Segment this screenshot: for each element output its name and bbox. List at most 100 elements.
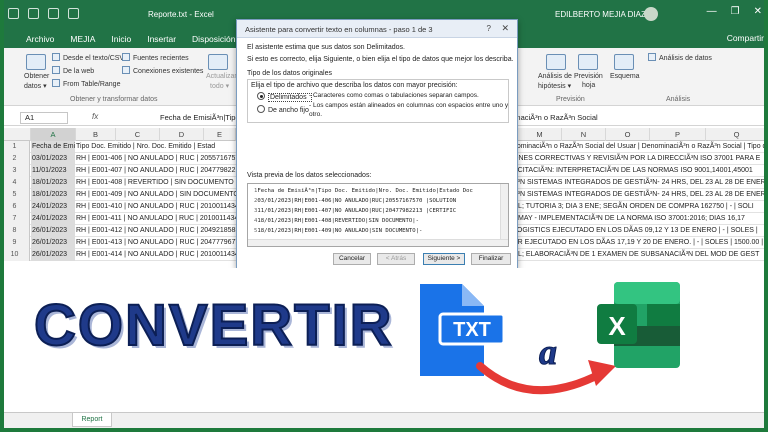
cell-a[interactable]: 26/01/2023 (31, 249, 75, 261)
row-cells-right[interactable]: ACITACIÃ³N: INTERPRETACIÃ³N DE LAS NORMA… (513, 165, 753, 177)
row-cells-left[interactable]: RH | E001-412 | NO ANULADO | RUC | 20492… (76, 225, 243, 237)
cell-a[interactable]: 26/01/2023 (31, 225, 75, 237)
row-cells-right[interactable]: UL; TUTORIA 3; DIA 3 ENE; SEGÃN ORDEN DE… (513, 201, 754, 213)
row-header[interactable]: 5 (0, 189, 30, 201)
column-header-o[interactable]: O (606, 128, 650, 141)
choose-file-type-label: Elija el tipo de archivo que describa lo… (251, 82, 458, 89)
delimited-radio[interactable]: Delimitados (257, 92, 312, 102)
from-web-button[interactable]: De la web (52, 66, 94, 75)
row-cells-left[interactable]: RH | E001-414 | NO ANULADO | RUC | 20100… (76, 249, 243, 261)
back-button[interactable]: < Atrás (377, 253, 415, 265)
get-data-dropdown[interactable]: datos ▾ (24, 82, 47, 90)
cell-a[interactable]: 24/01/2023 (31, 201, 75, 213)
row-header[interactable]: 2 (0, 153, 30, 165)
sheet-tab-report[interactable]: Report (72, 413, 112, 427)
forecast-sheet-button[interactable]: Previsión (574, 73, 603, 80)
column-header-e[interactable]: E (204, 128, 236, 141)
existing-connections-button[interactable]: Conexiones existentes (122, 66, 203, 75)
recent-icon (122, 53, 130, 61)
get-data-button[interactable]: Obtener (24, 73, 49, 80)
next-button[interactable]: Siguiente > (423, 253, 465, 265)
column-header-n[interactable]: N (562, 128, 606, 141)
cell-a[interactable]: 11/01/2023 (31, 165, 75, 177)
row-header[interactable]: 10 (0, 249, 30, 261)
row-cells-left[interactable]: RH | E001-410 | NO ANULADO | RUC | 20100… (76, 201, 243, 213)
column-header-c[interactable]: C (116, 128, 160, 141)
tab-inicio[interactable]: Inicio (111, 34, 131, 44)
row-header[interactable]: 8 (0, 225, 30, 237)
customize-icon[interactable] (68, 8, 79, 19)
data-preview[interactable]: 1Fecha de EmisiÃ³n|Tipo Doc. Emitido|Nro… (247, 183, 509, 247)
fixed-width-description: - Los campos están alineados en columnas… (309, 102, 509, 118)
row-header[interactable]: 9 (0, 237, 30, 249)
row-cells-right[interactable]: Ã³N SISTEMAS INTEGRADOS DE GESTIÃ³N- 24 … (513, 189, 766, 201)
dialog-title-bar: Asistente para convertir texto en column… (237, 20, 517, 38)
row-cells-left[interactable]: RH | E001-408 | REVERTIDO | SIN DOCUMENT… (76, 177, 242, 189)
what-if-dropdown[interactable]: hipótesis ▾ (538, 82, 571, 90)
undo-icon[interactable] (28, 8, 39, 19)
banner-title: CONVERTIR (33, 292, 394, 359)
row-header[interactable]: 7 (0, 213, 30, 225)
row-cells-left[interactable]: RH | E001-413 | NO ANULADO | RUC | 20477… (76, 237, 243, 249)
row-cells-left[interactable]: Tipo Doc. Emitido | Nro. Doc. Emitido | … (76, 141, 215, 153)
preview-vertical-scrollbar[interactable] (500, 184, 508, 246)
column-header-a[interactable]: A (31, 128, 76, 141)
recent-sources-button[interactable]: Fuentes recientes (122, 53, 189, 62)
close-window-button[interactable]: ✕ (754, 6, 762, 17)
finish-button[interactable]: Finalizar (471, 253, 511, 265)
from-table-button[interactable]: From Table/Range (52, 79, 120, 88)
avatar[interactable] (644, 7, 658, 21)
from-text-csv-button[interactable]: Desde el texto/CSV (52, 53, 124, 62)
row-cells-right[interactable]: Ã³N SISTEMAS INTEGRADOS DE GESTIÃ³N- 24 … (513, 177, 766, 189)
column-header-p[interactable]: P (650, 128, 706, 141)
column-header-m[interactable]: M (518, 128, 562, 141)
cell-a[interactable]: 24/01/2023 (31, 213, 75, 225)
row-cells-right[interactable]: ONES CORRECTIVAS Y REVISIÃ³N POR LA DIRE… (513, 153, 760, 165)
fx-icon[interactable]: fx (92, 112, 98, 121)
cell-a[interactable]: 18/01/2023 (31, 189, 75, 201)
preview-line-text: Fecha de EmisiÃ³n|Tipo Doc. Emitido|Nro.… (257, 188, 473, 194)
cell-a[interactable]: 03/01/2023 (31, 153, 75, 165)
outline-button[interactable]: Esquema (610, 73, 640, 80)
share-button[interactable]: Compartir (727, 33, 764, 43)
preview-horizontal-scrollbar[interactable] (248, 239, 508, 246)
row-cells-left[interactable]: RH | E001-406 | NO ANULADO | RUC | 20557… (76, 153, 243, 165)
row-cells-left[interactable]: RH | E001-407 | NO ANULADO | RUC | 20477… (76, 165, 243, 177)
row-cells-right[interactable]: ER EJECUTADO EN LOS DÃ­AS 17,19 Y 20 DE … (513, 237, 763, 249)
refresh-all-dropdown[interactable]: todo ▾ (210, 82, 229, 90)
fixed-width-radio[interactable]: De ancho fijo (257, 105, 312, 114)
row-header[interactable]: 3 (0, 165, 30, 177)
minimize-button[interactable]: — (707, 6, 717, 17)
quick-access-toolbar (8, 8, 79, 19)
refresh-all-button[interactable]: Actualizar (206, 73, 237, 80)
column-header-b[interactable]: B (76, 128, 116, 141)
select-all-corner[interactable] (0, 128, 31, 141)
cancel-button[interactable]: Cancelar (333, 253, 371, 265)
row-header[interactable]: 6 (0, 201, 30, 213)
save-icon[interactable] (8, 8, 19, 19)
column-header-q[interactable]: Q (706, 128, 768, 141)
tab-archivo[interactable]: Archivo (26, 34, 54, 44)
row-header[interactable]: 4 (0, 177, 30, 189)
what-if-button[interactable]: Análisis de (538, 73, 572, 80)
row-cells-right[interactable]: UL; ELABORACIÃ³N DE 1 EXAMEN DE SUBSANAC… (513, 249, 759, 261)
tab-insertar[interactable]: Insertar (147, 34, 176, 44)
help-icon[interactable]: ? (487, 24, 491, 33)
data-analysis-button[interactable]: Análisis de datos (648, 53, 712, 62)
row-cells-right[interactable]: UMAY - IMPLEMENTACIÃ³N DE LA NORMA ISO 3… (513, 213, 745, 225)
tab-mejia[interactable]: MEJIA (70, 34, 95, 44)
cell-a[interactable]: Fecha de Emisi (31, 141, 75, 153)
column-header-d[interactable]: D (160, 128, 204, 141)
row-cells-right[interactable]: LOGISTICS EJECUTADO EN LOS DÃ­AS 09,12 Y… (513, 225, 758, 237)
row-cells-right[interactable]: nominaciÃ³n o RazÃ³n Social del Usuar | … (513, 141, 768, 153)
group-label-analysis: Análisis (666, 96, 691, 103)
maximize-button[interactable]: ❐ (731, 6, 740, 17)
cell-a[interactable]: 26/01/2023 (31, 237, 75, 249)
name-box[interactable]: A1 (20, 112, 68, 124)
row-cells-left[interactable]: RH | E001-411 | NO ANULADO | RUC | 20100… (76, 213, 242, 225)
redo-icon[interactable] (48, 8, 59, 19)
cell-a[interactable]: 18/01/2023 (31, 177, 75, 189)
close-icon[interactable]: ✕ (501, 23, 509, 34)
row-cells-left[interactable]: RH | E001-409 | NO ANULADO | SIN DOCUMEN… (76, 189, 247, 201)
row-header[interactable]: 1 (0, 141, 30, 153)
